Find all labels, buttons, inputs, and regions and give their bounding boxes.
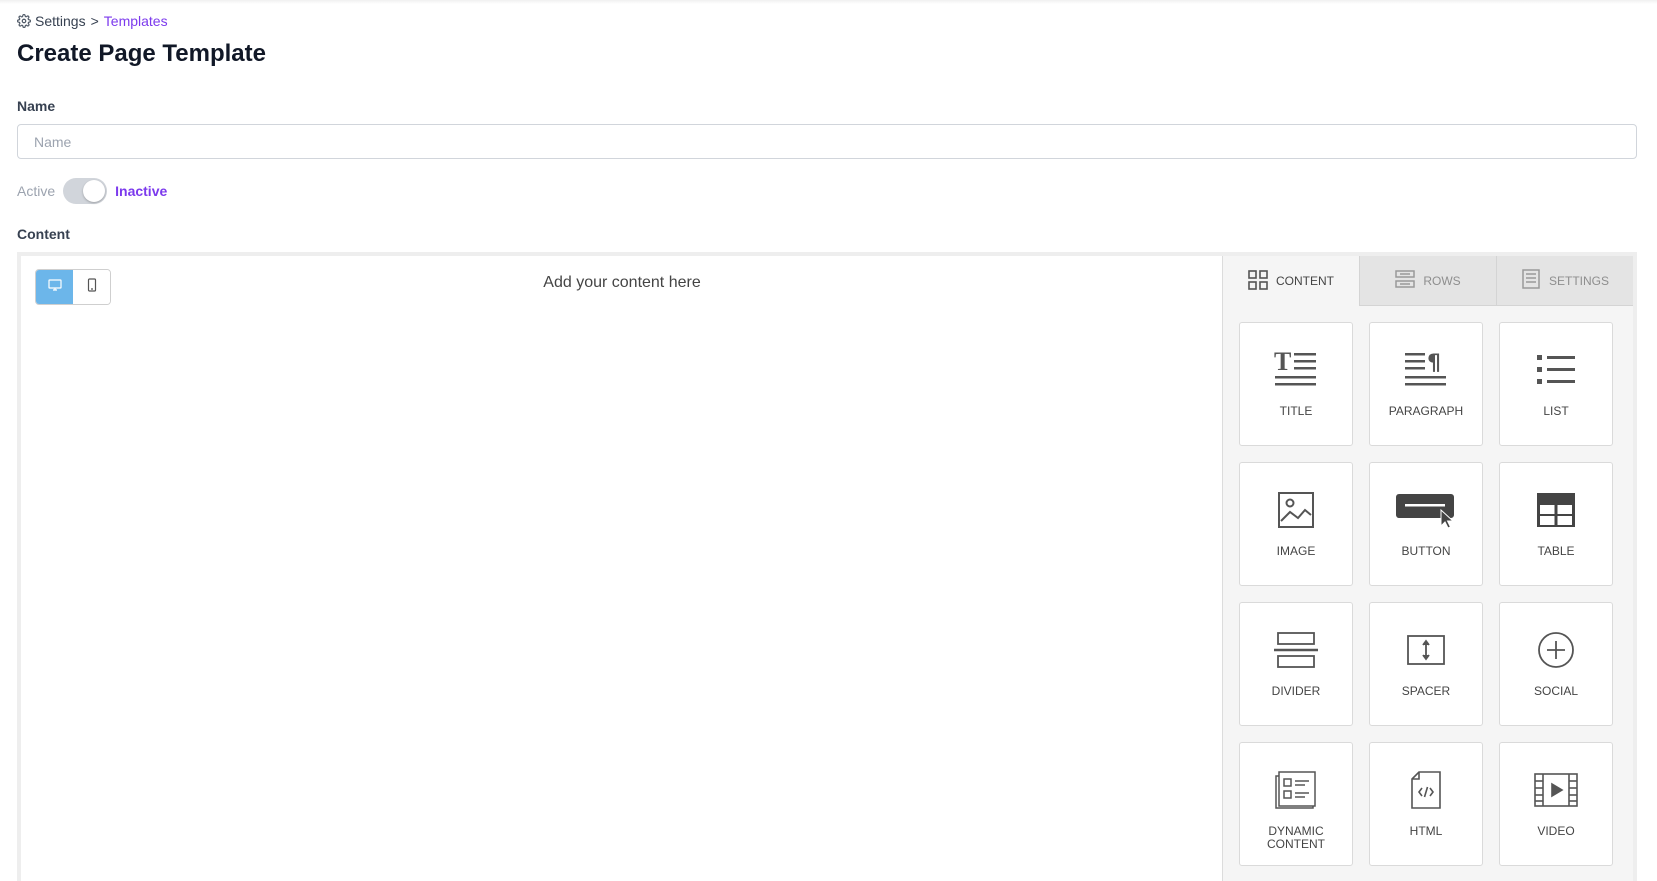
top-shadow [0, 0, 1657, 4]
block-list-label: LIST [1543, 404, 1569, 418]
video-icon [1533, 765, 1579, 815]
divider-icon [1273, 625, 1319, 675]
status-toggle[interactable] [63, 178, 108, 204]
block-paragraph[interactable]: ¶ PARAGRAPH [1369, 322, 1483, 446]
canvas-placeholder: Add your content here [543, 274, 701, 291]
block-title-label: TITLE [1279, 404, 1313, 418]
social-icon [1537, 625, 1575, 675]
block-paragraph-label: PARAGRAPH [1388, 404, 1464, 418]
gear-icon [17, 14, 31, 28]
name-label: Name [17, 98, 56, 114]
toggle-active-label: Active [17, 183, 56, 199]
block-button[interactable]: BUTTON [1369, 462, 1483, 586]
block-html[interactable]: HTML [1369, 742, 1483, 866]
panel-tabs: CONTENT ROWS SETTINGS [1223, 256, 1633, 306]
tab-rows[interactable]: ROWS [1359, 256, 1496, 306]
breadcrumb-settings-link[interactable]: Settings [35, 13, 86, 29]
tab-content-label: CONTENT [1276, 274, 1334, 288]
html-icon [1410, 765, 1442, 815]
editor-canvas[interactable]: Add your content here [21, 256, 1223, 881]
block-table[interactable]: TABLE [1499, 462, 1613, 586]
block-social[interactable]: SOCIAL [1499, 602, 1613, 726]
block-dynamic-content[interactable]: DYNAMIC CONTENT [1239, 742, 1353, 866]
block-dynamic-content-label: DYNAMIC CONTENT [1267, 824, 1325, 851]
tab-settings[interactable]: SETTINGS [1496, 256, 1633, 306]
tab-rows-label: ROWS [1423, 273, 1461, 288]
block-button-label: BUTTON [1401, 544, 1451, 558]
spacer-icon [1406, 625, 1446, 675]
breadcrumb-separator: > [90, 13, 99, 29]
breadcrumb: Settings > Templates [17, 12, 168, 30]
block-video[interactable]: VIDEO [1499, 742, 1613, 866]
button-icon [1395, 485, 1457, 535]
toggle-knob [83, 180, 106, 202]
block-title[interactable]: T TITLE [1239, 322, 1353, 446]
block-video-label: VIDEO [1537, 824, 1575, 838]
dynamic-content-icon [1275, 765, 1317, 815]
block-image[interactable]: IMAGE [1239, 462, 1353, 586]
editor-side-panel: CONTENT ROWS SETTINGS T TITLE ¶ PARAGRAP… [1223, 256, 1633, 881]
rows-icon [1395, 269, 1423, 292]
content-editor: Add your content here CONTENT ROWS SETTI… [17, 252, 1637, 881]
tab-settings-label: SETTINGS [1548, 273, 1609, 288]
block-divider-label: DIVIDER [1271, 684, 1321, 698]
block-spacer[interactable]: SPACER [1369, 602, 1483, 726]
image-icon [1277, 485, 1315, 535]
table-icon [1536, 485, 1576, 535]
block-divider[interactable]: DIVIDER [1239, 602, 1353, 726]
block-social-label: SOCIAL [1533, 684, 1578, 698]
block-list[interactable]: LIST [1499, 322, 1613, 446]
page-title: Create Page Template [17, 40, 266, 67]
title-icon: T [1274, 345, 1318, 395]
svg-text:T: T [1274, 350, 1291, 376]
block-spacer-label: SPACER [1401, 684, 1451, 698]
breadcrumb-templates-link[interactable]: Templates [104, 13, 168, 29]
status-toggle-row: Active Inactive [17, 178, 167, 204]
block-html-label: HTML [1409, 824, 1443, 838]
settings-icon [1521, 269, 1549, 292]
block-image-label: IMAGE [1276, 544, 1316, 558]
content-label: Content [17, 226, 70, 242]
svg-text:¶: ¶ [1427, 351, 1441, 376]
block-table-label: TABLE [1537, 544, 1575, 558]
paragraph-icon: ¶ [1404, 345, 1448, 395]
tab-content[interactable]: CONTENT [1223, 256, 1359, 306]
toggle-inactive-label: Inactive [115, 183, 168, 199]
name-input[interactable] [17, 124, 1637, 159]
grid-icon [1248, 269, 1276, 293]
content-blocks-grid: T TITLE ¶ PARAGRAPH LIST IMAGE BUTTON TA… [1223, 306, 1633, 866]
list-icon [1536, 345, 1576, 395]
